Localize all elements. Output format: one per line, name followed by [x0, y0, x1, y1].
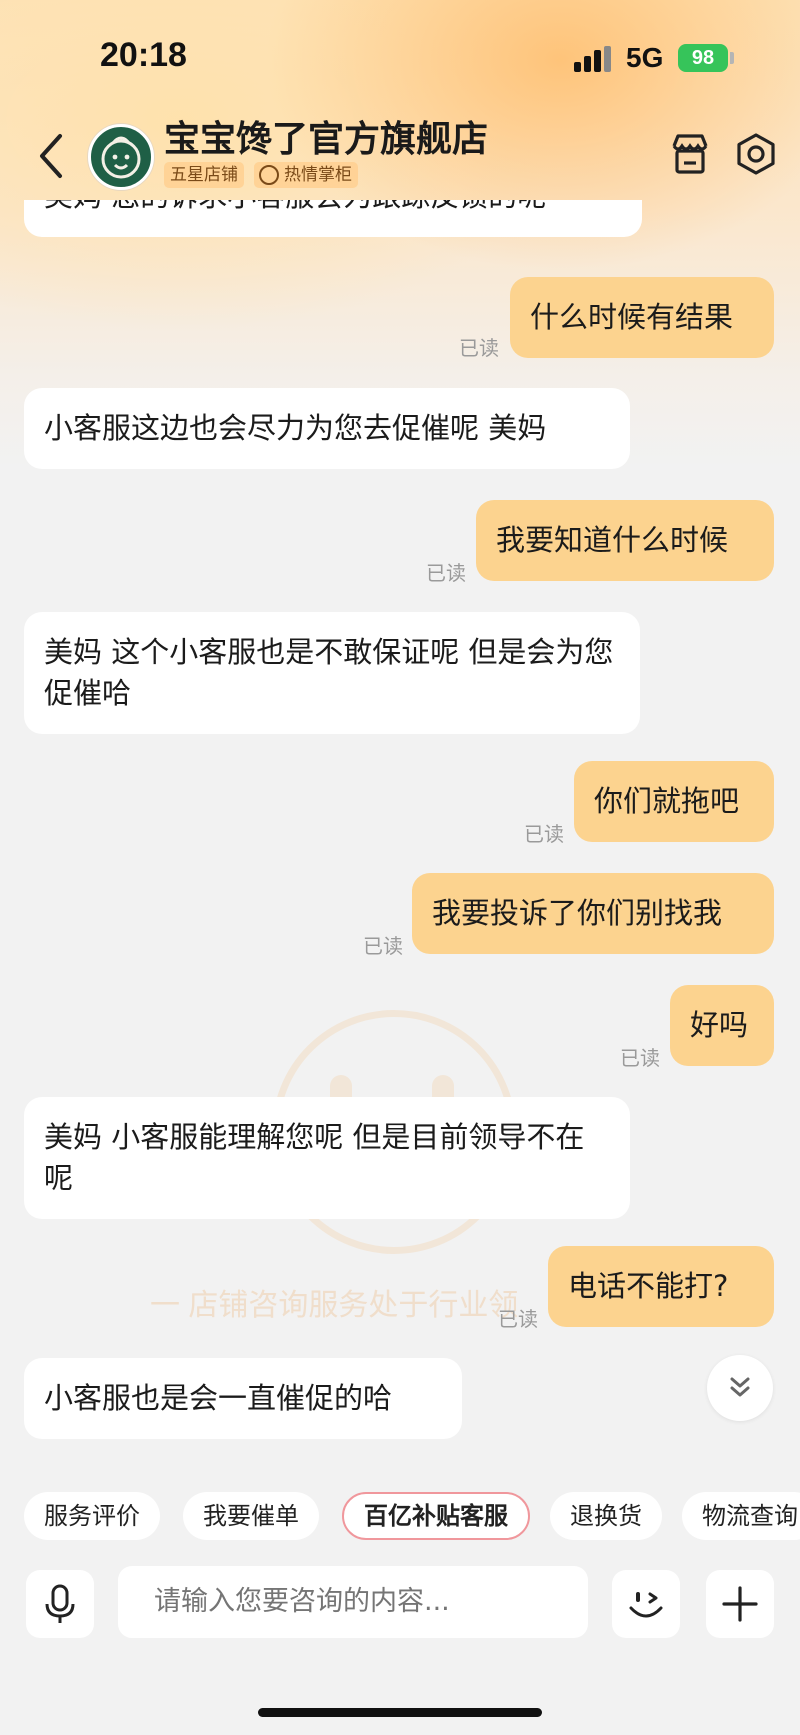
voice-button[interactable] — [26, 1570, 94, 1638]
message-text: 美妈 您的诉求小客服会为跟踪反馈的呢 — [44, 200, 546, 213]
message-bubble-shop: 小客服这边也会尽力为您去促催呢 美妈 — [24, 388, 630, 469]
baby-face-icon — [101, 136, 141, 179]
message-text: 什么时候有结果 — [530, 300, 734, 334]
network-label: 5G — [626, 42, 664, 73]
read-status: 已读 — [620, 1046, 660, 1070]
double-chevron-down-icon — [730, 1377, 750, 1397]
wink-emoji-icon — [629, 1592, 663, 1618]
quick-actions-bar: 服务评价 我要催单 百亿补贴客服 退换货 物流查询 — [0, 1492, 800, 1542]
scroll-to-bottom-button[interactable] — [707, 1355, 773, 1421]
battery-tip — [730, 52, 734, 64]
message-text: 小客服也是会一直催促的哈 — [44, 1381, 393, 1415]
message-bubble-user: 你们就拖吧 — [574, 761, 774, 842]
message-bubble-shop: 美妈 您的诉求小客服会为跟踪反馈的呢 — [24, 200, 642, 237]
settings-icon[interactable] — [734, 132, 778, 176]
message-text: 美妈 小客服能理解您呢 但是目前领导不在呢 — [44, 1120, 585, 1195]
enthusiastic-badge: 热情掌柜 — [254, 162, 358, 188]
store-icon[interactable] — [668, 132, 712, 176]
enthusiastic-badge-label: 热情掌柜 — [284, 165, 352, 185]
message-text: 好吗 — [690, 1008, 749, 1042]
chip-return-exchange[interactable]: 退换货 — [550, 1492, 662, 1540]
chip-subsidy-service[interactable]: 百亿补贴客服 — [342, 1492, 530, 1540]
message-text: 电话不能打? — [568, 1269, 729, 1303]
message-bubble-user: 我要投诉了你们别找我 — [412, 873, 774, 954]
message-bubble-user: 好吗 — [670, 985, 774, 1066]
status-bar: 20:18 5G 98 — [0, 0, 800, 110]
message-text: 我要投诉了你们别找我 — [432, 896, 723, 930]
chip-service-rating[interactable]: 服务评价 — [24, 1492, 160, 1540]
message-text: 美妈 这个小客服也是不敢保证呢 但是会为您促催哈 — [44, 635, 614, 710]
message-text: 我要知道什么时候 — [496, 523, 729, 557]
emoji-button[interactable] — [612, 1570, 680, 1638]
shop-name[interactable]: 宝宝馋了官方旗舰店 — [164, 110, 488, 162]
more-button[interactable] — [706, 1570, 774, 1638]
back-arrow-icon[interactable] — [32, 130, 72, 182]
smile-badge-icon — [259, 165, 279, 185]
read-status: 已读 — [363, 934, 403, 958]
read-status: 已读 — [498, 1307, 538, 1331]
message-text: 你们就拖吧 — [594, 784, 740, 818]
watermark-text: 一 店铺咨询服务处于行业领 — [150, 1289, 519, 1322]
message-text: 小客服这边也会尽力为您去促催呢 美妈 — [44, 411, 547, 445]
input-bar — [0, 1566, 800, 1642]
battery-icon: 98 — [678, 44, 728, 72]
home-indicator[interactable] — [258, 1708, 542, 1717]
five-star-badge: 五星店铺 — [164, 162, 244, 188]
plus-icon — [722, 1586, 758, 1622]
chat-header: 宝宝馋了官方旗舰店 五星店铺 热情掌柜 — [0, 110, 800, 200]
read-status: 已读 — [524, 822, 564, 846]
message-bubble-user: 电话不能打? — [548, 1246, 774, 1327]
read-status: 已读 — [459, 336, 499, 360]
chip-logistics[interactable]: 物流查询 — [682, 1492, 800, 1540]
signal-icon — [574, 46, 614, 72]
shop-avatar[interactable] — [88, 124, 154, 190]
chip-urge-order[interactable]: 我要催单 — [183, 1492, 319, 1540]
message-bubble-shop: 美妈 这个小客服也是不敢保证呢 但是会为您促催哈 — [24, 612, 640, 734]
read-status: 已读 — [426, 561, 466, 585]
microphone-icon — [45, 1584, 75, 1623]
message-bubble-shop: 小客服也是会一直催促的哈 — [24, 1358, 462, 1439]
status-time: 20:18 — [100, 36, 187, 74]
message-bubble-user: 什么时候有结果 — [510, 277, 774, 358]
message-bubble-shop: 美妈 小客服能理解您呢 但是目前领导不在呢 — [24, 1097, 630, 1219]
message-input[interactable] — [118, 1566, 588, 1638]
scrolled-message-clip: 美妈 您的诉求小客服会为跟踪反馈的呢 — [0, 200, 800, 260]
message-bubble-user: 我要知道什么时候 — [476, 500, 774, 581]
